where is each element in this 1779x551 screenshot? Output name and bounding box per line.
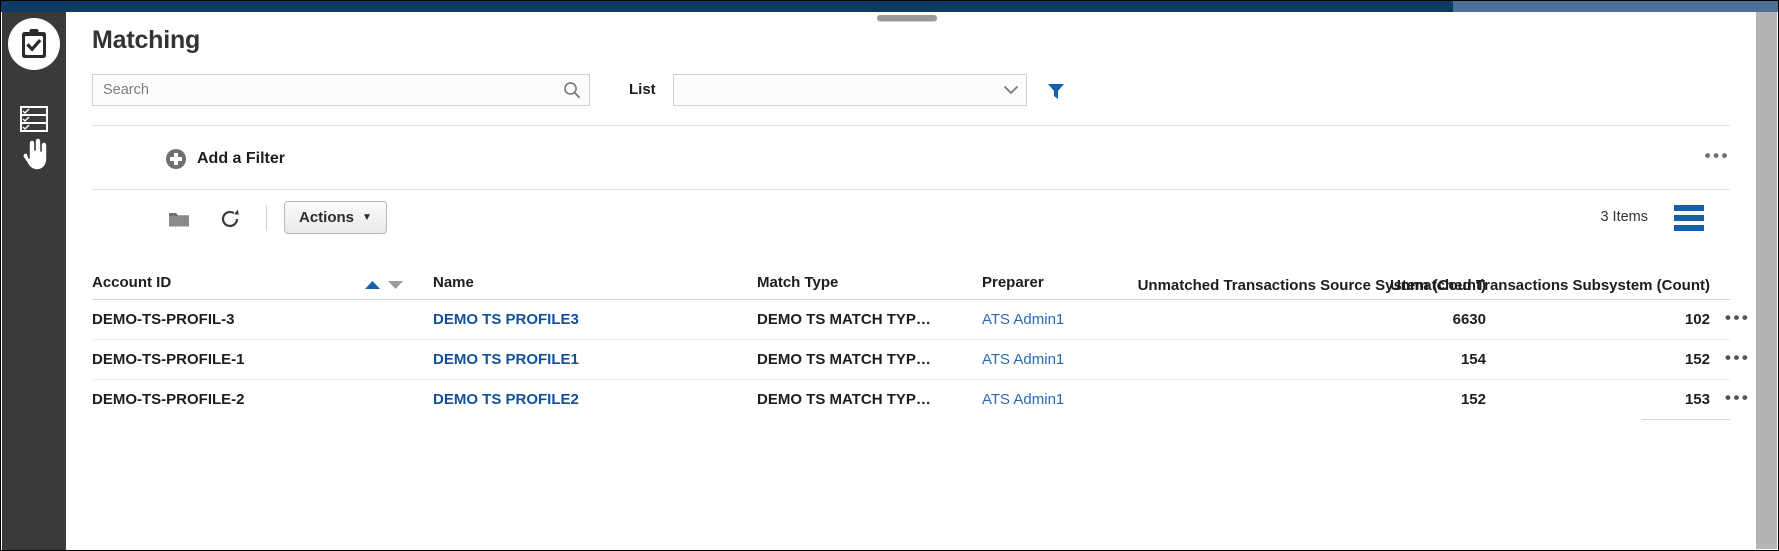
list-select[interactable] <box>673 74 1027 106</box>
row-actions-menu[interactable]: ••• <box>1725 389 1750 406</box>
list-label: List <box>629 81 656 98</box>
search-icon[interactable] <box>561 81 589 99</box>
application-window: Matching List <box>0 0 1779 551</box>
cell-unmatched-subsystem: 153 <box>1684 391 1710 408</box>
cell-name-link[interactable]: DEMO TS PROFILE1 <box>433 351 579 368</box>
refresh-icon[interactable] <box>216 205 244 233</box>
folder-icon[interactable] <box>165 205 193 233</box>
cell-match-type: DEMO TS MATCH TYP… <box>757 311 931 328</box>
top-navigation-bar <box>1 1 1778 12</box>
actions-button[interactable]: Actions ▼ <box>284 201 387 234</box>
divider-middle <box>92 189 1730 190</box>
actions-button-label: Actions <box>299 209 355 226</box>
cell-preparer-link[interactable]: ATS Admin1 <box>982 311 1064 328</box>
chevron-down-icon[interactable] <box>996 85 1026 95</box>
sort-asc-icon[interactable] <box>364 280 381 290</box>
cell-name-link[interactable]: DEMO TS PROFILE3 <box>433 311 579 328</box>
row-actions-menu[interactable]: ••• <box>1725 309 1750 326</box>
sidebar-item-matching[interactable] <box>16 102 52 136</box>
matching-table: Account ID Name Match Type Preparer Unma… <box>92 248 1748 549</box>
cell-unmatched-subsystem: 102 <box>1684 311 1710 328</box>
chevron-down-icon: ▼ <box>362 212 372 223</box>
table-header-row: Account ID Name Match Type Preparer Unma… <box>92 248 1730 300</box>
filter-funnel-icon[interactable] <box>1043 78 1069 104</box>
cell-preparer-link[interactable]: ATS Admin1 <box>982 391 1064 408</box>
cell-unmatched-subsystem: 152 <box>1684 351 1710 368</box>
circle-plus-icon <box>165 148 187 170</box>
app-logo[interactable] <box>8 18 60 70</box>
main-content: Matching List <box>66 12 1756 549</box>
cell-preparer-link[interactable]: ATS Admin1 <box>982 351 1064 368</box>
column-header-account-id[interactable]: Account ID <box>92 274 171 291</box>
items-count: 3 Items <box>1600 209 1648 225</box>
column-header-name[interactable]: Name <box>433 274 474 291</box>
cell-account-id: DEMO-TS-PROFIL-3 <box>92 311 235 328</box>
clipboard-check-icon <box>22 29 46 58</box>
add-filter-button[interactable]: Add a Filter <box>165 148 285 170</box>
table-row[interactable]: DEMO-TS-PROFIL-3 DEMO TS PROFILE3 DEMO T… <box>92 300 1748 340</box>
cell-match-type: DEMO TS MATCH TYP… <box>757 391 931 408</box>
filter-overflow-menu[interactable]: ••• <box>1705 147 1730 164</box>
divider-top <box>92 125 1730 126</box>
search-input[interactable] <box>93 82 561 98</box>
column-header-preparer[interactable]: Preparer <box>982 274 1044 291</box>
list-view-icon[interactable] <box>1674 205 1704 231</box>
cell-match-type: DEMO TS MATCH TYP… <box>757 351 931 368</box>
matching-list-icon <box>20 106 48 132</box>
toolbar-divider <box>266 205 267 231</box>
page-title: Matching <box>92 26 201 54</box>
table-bottom-rule <box>1642 419 1730 420</box>
row-actions-menu[interactable]: ••• <box>1725 349 1750 366</box>
column-header-unmatched-subsystem[interactable]: Unmatched Transactions Subsystem (Count) <box>1356 277 1710 294</box>
cell-account-id: DEMO-TS-PROFILE-2 <box>92 391 245 408</box>
search-filter-row: List <box>92 74 1730 106</box>
left-sidebar <box>2 12 66 550</box>
column-header-match-type[interactable]: Match Type <box>757 274 957 291</box>
hand-pointer-cursor <box>18 132 52 172</box>
add-filter-label: Add a Filter <box>197 150 286 167</box>
cell-account-id: DEMO-TS-PROFILE-1 <box>92 351 245 368</box>
table-row[interactable]: DEMO-TS-PROFILE-2 DEMO TS PROFILE2 DEMO … <box>92 380 1748 420</box>
table-row[interactable]: DEMO-TS-PROFILE-1 DEMO TS PROFILE1 DEMO … <box>92 340 1748 380</box>
table-toolbar: Actions ▼ 3 Items <box>92 199 1730 239</box>
top-bar-right-section <box>1453 1 1778 12</box>
search-box[interactable] <box>92 74 590 106</box>
vertical-scrollbar[interactable] <box>1756 12 1777 549</box>
cell-name-link[interactable]: DEMO TS PROFILE2 <box>433 391 579 408</box>
add-filter-row: Add a Filter ••• <box>92 140 1730 178</box>
sort-desc-icon[interactable] <box>387 280 404 290</box>
panel-drag-handle[interactable] <box>877 15 937 21</box>
sort-controls[interactable] <box>364 280 404 290</box>
